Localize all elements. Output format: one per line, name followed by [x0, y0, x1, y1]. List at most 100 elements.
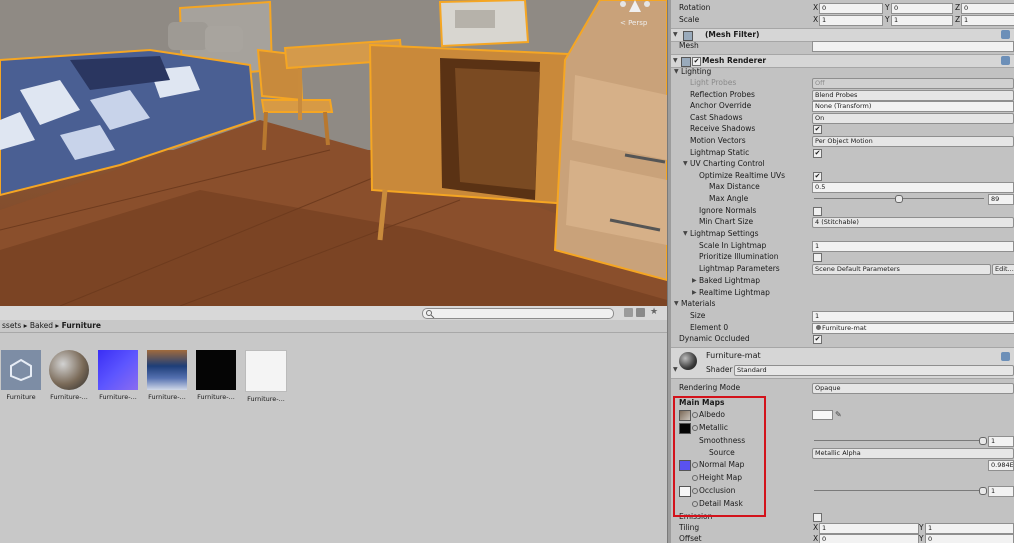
- prioritize-illumination-checkbox[interactable]: [813, 253, 822, 262]
- mesh-row: Mesh: [671, 40, 1014, 52]
- asset-label: Furniture-...: [50, 393, 88, 401]
- foldout-arrow-icon[interactable]: ▼: [683, 158, 688, 169]
- normal-map-scale-field[interactable]: 0.984E: [988, 460, 1014, 471]
- max-angle-field[interactable]: 89: [988, 194, 1014, 205]
- dynamic-occluded-row: Dynamic Occluded ✔: [671, 333, 1014, 344]
- dynamic-occluded-checkbox[interactable]: ✔: [813, 335, 822, 344]
- rotation-label: Rotation: [679, 3, 711, 12]
- asset-item[interactable]: Furniture-...: [144, 350, 190, 401]
- emission-checkbox[interactable]: [813, 513, 822, 522]
- offset-y-field[interactable]: 0: [925, 534, 1014, 543]
- foldout-arrow-icon[interactable]: ▼: [674, 298, 679, 309]
- material-name: Furniture-mat: [706, 351, 761, 360]
- search-icon: [426, 310, 435, 318]
- uv-charting-label: UV Charting Control: [690, 159, 765, 168]
- lightmap-settings-foldout[interactable]: ▼ Lightmap Settings: [671, 228, 1014, 239]
- offset-x-field[interactable]: 0: [819, 534, 919, 543]
- foldout-arrow-icon[interactable]: ▶: [692, 287, 697, 298]
- black-texture-icon: [196, 350, 236, 390]
- axis-x-label: X: [813, 523, 819, 532]
- filter-by-type-icon[interactable]: [624, 308, 633, 317]
- material-header[interactable]: Furniture-mat Shader Standard ▼: [671, 347, 1014, 379]
- scene-gizmo[interactable]: [615, 0, 655, 18]
- breadcrumb-assets[interactable]: ssets: [2, 321, 21, 330]
- foldout-arrow-icon[interactable]: ▼: [683, 228, 688, 239]
- shader-label: Shader: [706, 365, 733, 374]
- asset-label: Furniture-...: [99, 393, 137, 401]
- material-preview-sphere-icon: [679, 352, 697, 370]
- max-distance-field[interactable]: 0.5: [812, 182, 1014, 193]
- lightmap-static-checkbox[interactable]: ✔: [813, 149, 822, 158]
- scale-x-field[interactable]: 1: [819, 15, 883, 26]
- ignore-normals-checkbox[interactable]: [813, 207, 822, 216]
- uv-charting-foldout[interactable]: ▼ UV Charting Control: [671, 158, 1014, 169]
- mesh-renderer-enabled-checkbox[interactable]: ✔: [692, 57, 701, 66]
- scale-y-field[interactable]: 1: [891, 15, 953, 26]
- asset-item[interactable]: Furniture-...: [193, 350, 239, 401]
- materials-size-row: Size 1: [671, 310, 1014, 322]
- favorite-star-icon[interactable]: ★: [650, 307, 658, 317]
- materials-foldout[interactable]: ▼ Materials: [671, 298, 1014, 309]
- breadcrumb-baked[interactable]: Baked: [30, 321, 53, 330]
- occlusion-field[interactable]: 1: [988, 486, 1014, 497]
- rendering-mode-label: Rendering Mode: [679, 383, 741, 392]
- projection-label[interactable]: < Persp: [620, 19, 647, 27]
- max-angle-slider-knob[interactable]: [895, 195, 903, 203]
- scale-z-field[interactable]: 1: [961, 15, 1014, 26]
- scale-label: Scale: [679, 15, 700, 24]
- optimize-uvs-checkbox[interactable]: ✔: [813, 172, 822, 181]
- lightmap-parameters-edit-button[interactable]: Edit...: [992, 264, 1014, 275]
- smoothness-field[interactable]: 1: [988, 436, 1014, 447]
- component-settings-icon[interactable]: [1001, 56, 1010, 65]
- breadcrumb: ssets ▸ Baked ▸ Furniture: [0, 320, 669, 333]
- asset-item[interactable]: Furniture-...: [46, 350, 92, 401]
- asset-item[interactable]: Furniture-...: [95, 350, 141, 401]
- rotation-row: Rotation X 0 Y 0 Z 0: [671, 2, 1014, 14]
- materials-size-field[interactable]: 1: [812, 311, 1014, 322]
- smoothness-slider-knob[interactable]: [979, 437, 987, 445]
- scale-in-lightmap-row: Scale In Lightmap 1: [671, 240, 1014, 252]
- realtime-lightmap-foldout[interactable]: ▶ Realtime Lightmap: [671, 287, 1014, 298]
- rotation-x-field[interactable]: 0: [819, 3, 883, 14]
- filter-by-label-icon[interactable]: [636, 308, 645, 317]
- anchor-override-row: Anchor Override None (Transform): [671, 100, 1014, 112]
- foldout-arrow-icon[interactable]: ▶: [692, 275, 697, 286]
- project-search-input[interactable]: [422, 308, 614, 319]
- unity-prefab-icon: [1, 350, 41, 390]
- material-settings-icon[interactable]: [1001, 352, 1010, 361]
- receive-shadows-checkbox[interactable]: ✔: [813, 125, 822, 134]
- anchor-override-field[interactable]: None (Transform): [812, 101, 1014, 112]
- min-chart-dropdown[interactable]: 4 (Stitchable): [812, 217, 1014, 228]
- asset-label: Furniture: [6, 393, 36, 401]
- foldout-arrow-icon[interactable]: ▼: [674, 66, 679, 77]
- scene-view[interactable]: < Persp: [0, 0, 667, 306]
- source-dropdown[interactable]: Metallic Alpha: [812, 448, 1014, 459]
- smoothness-slider-track[interactable]: [814, 440, 984, 441]
- axis-x-label: X: [813, 15, 819, 24]
- motion-vectors-dropdown[interactable]: Per Object Motion: [812, 136, 1014, 147]
- motion-vectors-label: Motion Vectors: [690, 136, 746, 145]
- breadcrumb-separator: ▸: [55, 321, 60, 330]
- occlusion-slider-track[interactable]: [814, 490, 984, 491]
- axis-gizmo-icon: [620, 0, 650, 12]
- occlusion-slider-knob[interactable]: [979, 487, 987, 495]
- shader-dropdown[interactable]: Standard: [734, 365, 1014, 376]
- asset-item[interactable]: Furniture: [0, 350, 44, 401]
- rotation-y-field[interactable]: 0: [891, 3, 953, 14]
- element0-label: Element 0: [690, 323, 729, 332]
- lightmap-parameters-row: Lightmap Parameters Scene Default Parame…: [671, 263, 1014, 275]
- baked-lightmap-foldout[interactable]: ▶ Baked Lightmap: [671, 275, 1014, 286]
- lightmap-parameters-dropdown[interactable]: Scene Default Parameters: [812, 264, 991, 275]
- albedo-color-swatch[interactable]: [812, 410, 833, 420]
- rendering-mode-dropdown[interactable]: Opaque: [812, 383, 1014, 394]
- eyedropper-icon[interactable]: ✎: [835, 409, 842, 420]
- component-settings-icon[interactable]: [1001, 30, 1010, 39]
- asset-item[interactable]: Furniture-...: [243, 350, 289, 403]
- mesh-field[interactable]: [812, 41, 1014, 52]
- material-icon: [816, 325, 821, 330]
- rotation-z-field[interactable]: 0: [961, 3, 1014, 14]
- lighting-foldout[interactable]: ▼ Lighting: [671, 66, 1014, 77]
- foldout-arrow-icon[interactable]: ▼: [673, 366, 678, 373]
- breadcrumb-furniture[interactable]: Furniture: [62, 321, 101, 330]
- max-distance-row: Max Distance 0.5: [671, 181, 1014, 193]
